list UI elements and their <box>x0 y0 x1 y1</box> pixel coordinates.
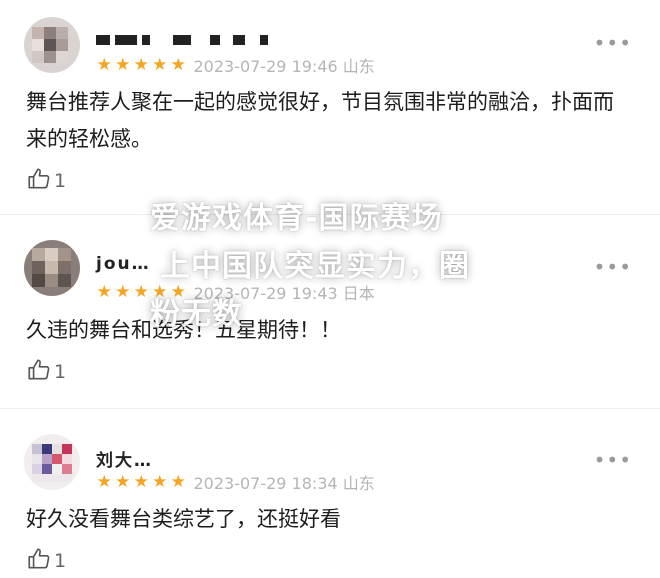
location: 山东 <box>342 57 375 76</box>
watermark-line: 爱游戏体育-国际赛场 <box>150 201 443 236</box>
review-meta: ★ ★ ★ ★ ★ 2023-07-29 19:46 山东 <box>95 55 375 76</box>
star-icon: ★ <box>115 55 131 75</box>
avatar[interactable] <box>24 17 80 73</box>
watermark-overlay: 爱游戏体育-国际赛场 上中国队突显实力，圈 粉无数 <box>150 195 530 339</box>
avatar[interactable] <box>24 240 80 296</box>
review-content: 舞台推荐人聚在一起的感觉很好，节目氛围非常的融洽，扑面而来的轻松感。 <box>26 90 614 151</box>
like-button[interactable]: 1 <box>26 357 66 387</box>
like-count: 1 <box>54 361 67 383</box>
thumbs-up-icon <box>26 166 52 196</box>
star-icon: ★ <box>133 55 149 75</box>
star-rating: ★ ★ ★ ★ ★ <box>95 472 188 492</box>
like-button[interactable]: 1 <box>26 166 66 196</box>
location: 山东 <box>342 474 375 493</box>
star-icon: ★ <box>96 472 112 492</box>
star-icon: ★ <box>115 472 131 492</box>
star-icon: ★ <box>115 282 131 302</box>
divider <box>0 408 660 409</box>
username[interactable] <box>96 30 273 52</box>
review-meta: ★ ★ ★ ★ ★ 2023-07-29 18:34 山东 <box>95 472 375 493</box>
more-dots-icon[interactable]: ••• <box>594 450 632 470</box>
more-dots-icon[interactable]: ••• <box>594 33 632 53</box>
watermark-line: 粉无数 <box>150 297 243 332</box>
like-count: 1 <box>54 550 67 572</box>
watermark-line: 上中国队突显实力，圈 <box>160 249 470 284</box>
star-icon: ★ <box>96 282 112 302</box>
more-dots-icon[interactable]: ••• <box>594 257 632 277</box>
avatar[interactable] <box>24 434 80 490</box>
thumbs-up-icon <box>26 357 52 387</box>
thumbs-up-icon <box>26 546 52 576</box>
star-icon: ★ <box>96 55 112 75</box>
timestamp: 2023-07-29 18:34 山东 <box>193 474 375 493</box>
username[interactable]: 刘大… <box>96 446 153 471</box>
star-icon: ★ <box>133 472 149 492</box>
star-icon: ★ <box>170 55 186 75</box>
star-icon: ★ <box>133 282 149 302</box>
username[interactable]: jou… <box>96 254 151 276</box>
star-icon: ★ <box>152 472 168 492</box>
star-icon: ★ <box>170 472 186 492</box>
star-rating: ★ ★ ★ ★ ★ <box>95 55 188 75</box>
like-button[interactable]: 1 <box>26 546 66 576</box>
like-count: 1 <box>54 170 67 192</box>
star-icon: ★ <box>152 55 168 75</box>
timestamp: 2023-07-29 19:46 山东 <box>193 57 375 76</box>
review-content: 好久没看舞台类综艺了，还挺好看 <box>26 507 341 531</box>
